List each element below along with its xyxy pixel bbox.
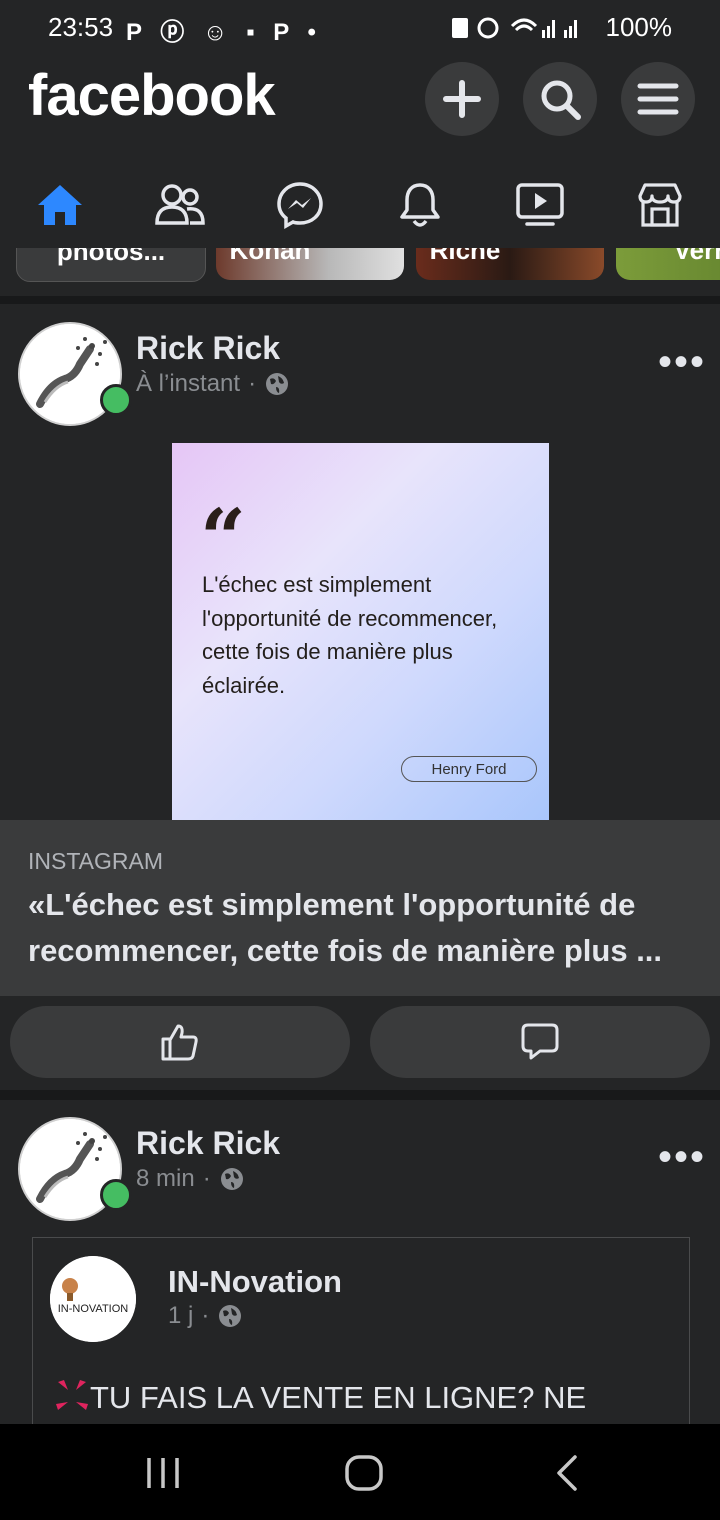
link-source: INSTAGRAM: [28, 848, 164, 874]
online-indicator: [100, 384, 132, 416]
more-options-button[interactable]: •••: [658, 340, 706, 385]
tab-marketplace[interactable]: [600, 170, 720, 240]
notifications-icon: [400, 183, 440, 227]
online-indicator: [100, 1179, 132, 1211]
tab-bar: [0, 160, 720, 246]
stories-strip: photos... Konan Riche Vernise: [0, 248, 720, 294]
story-card[interactable]: Konan: [216, 248, 404, 280]
status-system-icons: [448, 14, 588, 47]
tab-friends[interactable]: [120, 170, 240, 240]
story-card[interactable]: photos...: [16, 248, 206, 282]
story-label: Riche: [429, 248, 501, 265]
link-title[interactable]: «L'échec est simplement l'opportunité de…: [28, 882, 698, 974]
story-card[interactable]: Vernise: [616, 248, 720, 280]
story-label: Konan: [229, 248, 311, 265]
post-author[interactable]: Rick Rick: [136, 1125, 280, 1162]
facebook-logo[interactable]: facebook: [28, 62, 276, 129]
search-button[interactable]: [523, 62, 597, 136]
home-nav-icon[interactable]: [344, 1454, 384, 1492]
logo-text: IN-NOVATION: [58, 1303, 129, 1315]
quote-text: L'échec est simplement l'opportunité de …: [202, 572, 498, 698]
plus-icon: [443, 80, 481, 118]
quote-mark-icon: “: [200, 491, 247, 585]
watch-icon: [516, 183, 564, 226]
meta-separator: ·: [202, 1165, 211, 1192]
status-bar: 23:53 P ⓟ ☺ ▪ P • 100%: [0, 0, 720, 56]
shared-meta: 1 j ·: [168, 1302, 243, 1330]
home-icon: [38, 185, 82, 225]
create-button[interactable]: [425, 62, 499, 136]
divider: [0, 296, 720, 304]
story-label: photos...: [56, 248, 166, 266]
status-time: 23:53: [48, 12, 114, 42]
post-meta: À l’instant ·: [136, 370, 290, 398]
meta-separator: ·: [201, 1302, 210, 1329]
divider: [0, 1090, 720, 1100]
story-label: Vernise: [673, 248, 720, 265]
quote-author: Henry Ford: [401, 756, 537, 782]
innovation-logo: IN-NOVATION: [50, 1256, 136, 1342]
search-icon: [541, 80, 581, 120]
post-time[interactable]: 8 min: [136, 1165, 195, 1193]
notification-icons: P ⓟ ☺ ▪ P •: [126, 19, 322, 46]
shared-author-avatar[interactable]: IN-NOVATION: [50, 1256, 136, 1342]
system-navigation-bar: [0, 1424, 720, 1520]
menu-button[interactable]: [621, 62, 695, 136]
globe-icon: [219, 1305, 242, 1327]
tab-messenger[interactable]: [240, 170, 360, 240]
shared-text: TU FAIS LA VENTE EN LIGNE? NE: [54, 1378, 586, 1416]
comment-icon: [521, 1023, 559, 1060]
messenger-icon: [277, 182, 323, 229]
battery-level: 100%: [605, 12, 673, 42]
globe-icon: [266, 373, 289, 395]
back-icon[interactable]: [553, 1454, 579, 1492]
anger-emoji-icon: [56, 1380, 88, 1410]
menu-icon: [637, 83, 679, 115]
meta-separator: ·: [248, 370, 257, 397]
post-meta: 8 min ·: [136, 1165, 245, 1193]
post-time[interactable]: À l’instant: [136, 370, 240, 398]
more-options-button[interactable]: •••: [658, 1135, 706, 1180]
shared-time[interactable]: 1 j: [168, 1302, 193, 1330]
marketplace-icon: [638, 183, 682, 227]
post-author[interactable]: Rick Rick: [136, 330, 280, 367]
story-card[interactable]: Riche: [416, 248, 604, 280]
thumbs-up-icon: [161, 1024, 198, 1061]
recent-apps-icon[interactable]: [145, 1456, 181, 1490]
globe-icon: [220, 1168, 243, 1190]
tab-home[interactable]: [0, 170, 120, 240]
shared-text-content: TU FAIS LA VENTE EN LIGNE? NE: [90, 1380, 587, 1415]
friends-icon: [155, 184, 205, 225]
tab-notifications[interactable]: [360, 170, 480, 240]
comment-button[interactable]: [370, 1006, 710, 1078]
shared-author[interactable]: IN-Novation: [168, 1264, 342, 1300]
tab-watch[interactable]: [480, 170, 600, 240]
like-button[interactable]: [10, 1006, 350, 1078]
